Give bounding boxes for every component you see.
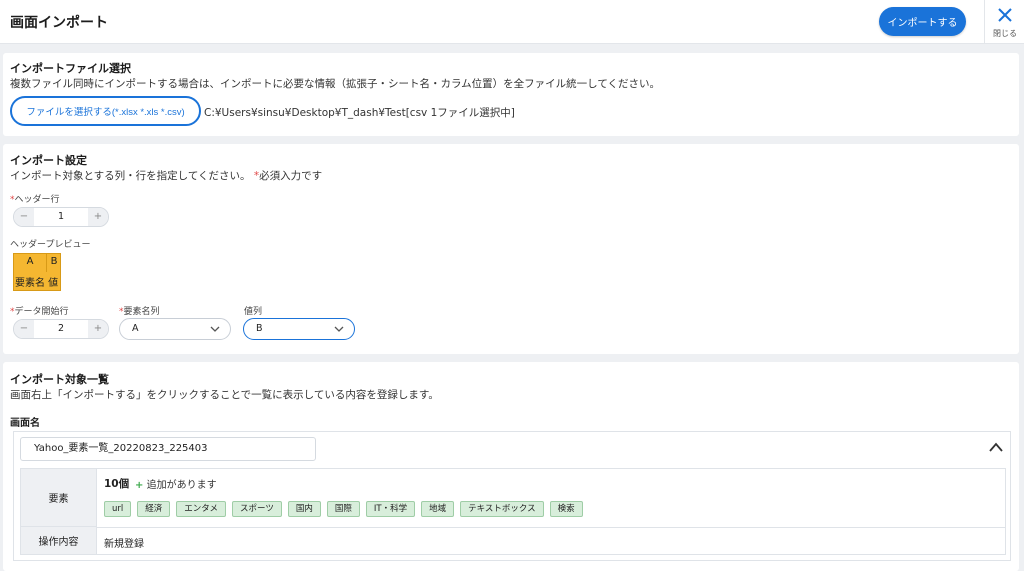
file-section-title: インポートファイル選択 xyxy=(10,62,131,75)
targets-section-title: インポート対象一覧 xyxy=(10,373,109,386)
targets-section-description: 画面右上「インポートする」をクリックすることで一覧に表示している内容を登録します… xyxy=(10,389,439,401)
header-row-decrement-button[interactable]: − xyxy=(14,208,34,226)
header-row-label: *ヘッダー行 xyxy=(10,192,60,205)
element-col-label: *要素名列 xyxy=(119,304,160,317)
elements-count: 10個 xyxy=(104,478,130,490)
value-col-value: B xyxy=(256,323,263,334)
screen-detail-table: 要素 操作内容 10個 + 追加があります url 経済 エンタメ スポーツ 国… xyxy=(20,468,1006,555)
required-note: 必須入力です xyxy=(259,170,323,182)
chevron-down-icon xyxy=(334,326,344,332)
file-select-section: インポートファイル選択 複数ファイル同時にインポートする場合は、インポートに必要… xyxy=(3,53,1019,136)
element-tag: エンタメ xyxy=(176,501,227,517)
screen-name-label: 画面名 xyxy=(10,418,40,429)
value-col-label: 値列 xyxy=(244,307,263,317)
chevron-up-icon[interactable] xyxy=(988,441,1004,453)
plus-icon: + xyxy=(135,480,144,491)
screen-name-input[interactable]: Yahoo_要素一覧_20220823_225403 xyxy=(20,437,316,461)
chevron-down-icon xyxy=(210,326,220,332)
element-tag: IT・科学 xyxy=(365,501,416,517)
row-divider xyxy=(97,527,1005,528)
import-button[interactable]: インポートする xyxy=(879,7,966,36)
header-row-label-text: ヘッダー行 xyxy=(14,195,60,205)
element-tags: url 経済 エンタメ スポーツ 国内 国際 IT・科学 地域 テキストボックス… xyxy=(104,501,583,517)
element-tag: url xyxy=(104,501,132,517)
element-tag: テキストボックス xyxy=(460,501,544,517)
value-col-select[interactable]: B xyxy=(243,318,355,340)
element-col-label-text: 要素名列 xyxy=(123,307,160,317)
page-header: 画面インポート インポートする 閉じる xyxy=(0,0,1024,44)
add-note: + 追加があります xyxy=(135,476,217,491)
element-tag: 国内 xyxy=(287,501,321,517)
operation-label: 操作内容 xyxy=(21,527,97,554)
selected-file-path: C:¥Users¥sinsu¥Desktop¥T_dash¥Test[csv 1… xyxy=(204,107,515,119)
preview-names: 要素名 値 xyxy=(15,278,59,289)
select-file-button[interactable]: ファイルを選択する(*.xlsx *.xls *.csv) xyxy=(10,96,201,126)
preview-col-a: A xyxy=(26,256,34,267)
element-col-value: A xyxy=(132,323,139,334)
element-tag: 地域 xyxy=(421,501,455,517)
header-preview-label: ヘッダープレビュー xyxy=(10,240,91,250)
element-tag: 国際 xyxy=(326,501,360,517)
settings-section-title: インポート設定 xyxy=(10,154,87,167)
header-row-increment-button[interactable]: + xyxy=(88,208,108,226)
close-label: 閉じる xyxy=(993,29,1017,38)
data-start-label: *データ開始行 xyxy=(10,304,69,317)
element-col-select[interactable]: A xyxy=(119,318,231,340)
element-tag: 検索 xyxy=(549,501,583,517)
settings-description-text: インポート対象とする列・行を指定してください。 xyxy=(10,170,251,182)
header-row-value[interactable]: 1 xyxy=(34,208,88,226)
header-row-stepper[interactable]: − 1 + xyxy=(13,207,109,227)
elements-label: 要素 xyxy=(21,469,97,527)
preview-col-b: B xyxy=(50,256,58,267)
element-tag: 経済 xyxy=(137,501,171,517)
data-start-decrement-button[interactable]: − xyxy=(14,320,34,338)
page-title: 画面インポート xyxy=(10,15,108,31)
operation-value: 新規登録 xyxy=(104,539,144,550)
add-note-text: 追加があります xyxy=(146,480,217,491)
data-start-stepper[interactable]: − 2 + xyxy=(13,319,109,339)
screen-accordion: Yahoo_要素一覧_20220823_225403 要素 操作内容 10個 +… xyxy=(13,431,1011,561)
data-start-label-text: データ開始行 xyxy=(14,307,69,317)
close-icon xyxy=(998,8,1012,22)
import-targets-section: インポート対象一覧 画面右上「インポートする」をクリックすることで一覧に表示して… xyxy=(3,362,1019,571)
data-start-increment-button[interactable]: + xyxy=(88,320,108,338)
data-start-value[interactable]: 2 xyxy=(34,320,88,338)
import-settings-section: インポート設定 インポート対象とする列・行を指定してください。 *必須入力です … xyxy=(3,144,1019,354)
header-preview: A B 要素名 値 xyxy=(13,253,61,291)
close-button[interactable]: 閉じる xyxy=(984,0,1024,44)
file-section-description: 複数ファイル同時にインポートする場合は、インポートに必要な情報（拡張子・シート名… xyxy=(10,78,661,90)
element-tag: スポーツ xyxy=(232,501,282,517)
settings-section-description: インポート対象とする列・行を指定してください。 *必須入力です xyxy=(10,168,322,183)
